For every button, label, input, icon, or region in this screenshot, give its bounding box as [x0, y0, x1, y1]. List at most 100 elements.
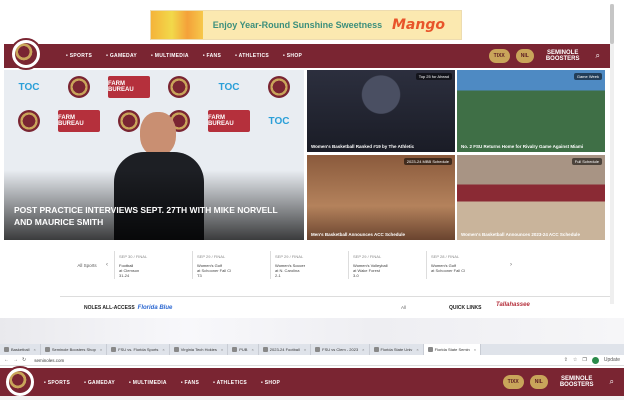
score-value: 2-1: [275, 273, 281, 278]
nil-button[interactable]: NIL: [515, 49, 534, 63]
score-card[interactable]: SEP 29 / FINAL Women's Golf at Schooner …: [192, 251, 270, 279]
backdrop-toc: TOC: [268, 115, 290, 127]
all-access-all-link[interactable]: All: [401, 305, 406, 310]
browser-tab[interactable]: PUB ×: [228, 344, 259, 355]
share-icon[interactable]: ⇪: [564, 357, 568, 363]
browser-tab[interactable]: FSU vs. Florida Sports ×: [107, 344, 170, 355]
nav-multimedia[interactable]: • MULTIMEDIA: [151, 53, 189, 59]
nav-athletics[interactable]: • ATHLETICS: [235, 53, 269, 59]
favicon-icon: [111, 347, 117, 352]
story-tile-4[interactable]: Full Schedule Women's Basketball Announc…: [457, 155, 605, 240]
tab-label: PUB: [239, 347, 248, 352]
top-navbar-duplicate: • SPORTS • GAMEDAY • MULTIMEDIA • FANS •…: [0, 366, 624, 398]
profile-avatar[interactable]: [591, 356, 599, 364]
boosters-line2: BOOSTERS: [545, 56, 580, 62]
nav-links: • SPORTS • GAMEDAY • MULTIMEDIA • FANS •…: [44, 380, 280, 386]
score-opponent: at Schooner Fall Cl: [431, 268, 466, 273]
bookmark-icon[interactable]: ☆: [573, 357, 577, 363]
score-card[interactable]: SEP 29 / FINAL Women's Soccer at N. Caro…: [270, 251, 348, 279]
story-tile-2[interactable]: Game Week No. 2 FSU Returns Home for Riv…: [457, 70, 605, 152]
scrollbar-track[interactable]: [610, 4, 614, 304]
browser-tab-active[interactable]: Florida State Semin ×: [423, 344, 482, 355]
reload-icon[interactable]: ↻: [22, 357, 26, 363]
nil-button[interactable]: NIL: [529, 375, 548, 389]
favicon-icon: [315, 347, 321, 352]
quick-links-partner-logo[interactable]: Tallahassee: [496, 302, 530, 308]
tile-caption[interactable]: Men's Basketball Announces ACC Schedule: [311, 232, 451, 237]
nav-fans[interactable]: • FANS: [181, 380, 199, 386]
close-icon[interactable]: ×: [474, 347, 476, 352]
tile-badge: Top 25 for Ahead: [415, 73, 452, 80]
backdrop-farm-bureau: FARM BUREAU: [58, 110, 100, 132]
tickets-button[interactable]: TIXX: [502, 375, 524, 389]
nav-sports[interactable]: • SPORTS: [66, 53, 92, 59]
hero-story[interactable]: TOC FARM BUREAU TOC FARM BUREAU FARM BUR…: [4, 70, 304, 240]
tile-caption[interactable]: No. 2 FSU Returns Home for Rivalry Game …: [461, 144, 601, 149]
story-tile-3[interactable]: 2023-24 MBB Schedule Men's Basketball An…: [307, 155, 455, 240]
scores-prev-icon[interactable]: ‹: [100, 262, 114, 268]
scores-strip: All Sports ‹ SEP 30 / FINAL Football at …: [74, 250, 528, 280]
browser-tab[interactable]: Basketball ×: [0, 344, 41, 355]
close-icon[interactable]: ×: [416, 347, 418, 352]
extensions-icon[interactable]: ❐: [582, 357, 586, 363]
backdrop-seal: [154, 70, 204, 104]
backdrop-toc: TOC: [218, 81, 240, 93]
score-value: 3-0: [353, 273, 359, 278]
seminoles-logo[interactable]: [10, 38, 42, 70]
browser-tab[interactable]: 2023-24 Football ×: [259, 344, 312, 355]
all-access-title: NOLES ALL-ACCESS: [84, 305, 135, 311]
back-icon[interactable]: ←: [4, 357, 9, 363]
nav-shop[interactable]: • SHOP: [261, 380, 280, 386]
close-icon[interactable]: ×: [33, 347, 35, 352]
search-icon[interactable]: ⌕: [610, 377, 614, 387]
story-tile-1[interactable]: Top 25 for Ahead Women's Basketball Rank…: [307, 70, 455, 152]
tab-label: Seminole Boosters Shop: [51, 347, 96, 352]
nav-gameday[interactable]: • GAMEDAY: [84, 380, 115, 386]
scrollbar-thumb[interactable]: [610, 4, 614, 44]
score-card[interactable]: SEP 30 / FINAL Football at Clemson 31-24: [114, 251, 192, 279]
nav-multimedia[interactable]: • MULTIMEDIA: [129, 380, 167, 386]
scores-filter[interactable]: All Sports: [74, 263, 100, 268]
nav-gameday[interactable]: • GAMEDAY: [106, 53, 137, 59]
backdrop-seal: [54, 70, 104, 104]
nav-shop[interactable]: • SHOP: [283, 53, 302, 59]
nav-athletics[interactable]: • ATHLETICS: [213, 380, 247, 386]
close-icon[interactable]: ×: [362, 347, 364, 352]
forward-icon[interactable]: →: [13, 357, 18, 363]
backdrop-farm-bureau: FARM BUREAU: [108, 76, 150, 98]
browser-tab[interactable]: Seminole Boosters Shop ×: [41, 344, 108, 355]
browser-tab[interactable]: Florida State Univ ×: [370, 344, 424, 355]
seminole-head-icon: [9, 371, 31, 393]
search-icon[interactable]: ⌕: [596, 51, 600, 61]
boosters-logo[interactable]: SEMINOLE BOOSTERS: [560, 376, 594, 388]
url-input[interactable]: seminoles.com: [34, 358, 64, 363]
close-icon[interactable]: ×: [162, 347, 164, 352]
nav-links: • SPORTS • GAMEDAY • MULTIMEDIA • FANS •…: [66, 53, 302, 59]
tile-image: [457, 70, 605, 152]
browser-actions: ⇪ ☆ ❐ Update: [564, 356, 620, 364]
close-icon[interactable]: ×: [304, 347, 306, 352]
score-value: 31-24: [119, 273, 130, 278]
seminoles-logo[interactable]: [4, 366, 36, 398]
tile-image: [307, 70, 455, 152]
scores-next-icon[interactable]: ›: [504, 262, 518, 268]
ad-banner[interactable]: Enjoy Year-Round Sunshine Sweetness Mang…: [150, 10, 462, 40]
boosters-logo[interactable]: SEMINOLE BOOSTERS: [546, 50, 580, 62]
nav-sports[interactable]: • SPORTS: [44, 380, 70, 386]
browser-tab[interactable]: Virginia Tech Hokies ×: [170, 344, 229, 355]
close-icon[interactable]: ×: [221, 347, 223, 352]
nav-fans[interactable]: • FANS: [203, 53, 221, 59]
score-card[interactable]: SEP 29 / FINAL Women's Volleyball at Wak…: [348, 251, 426, 279]
backdrop-seal: [4, 104, 54, 138]
close-icon[interactable]: ×: [100, 347, 102, 352]
tile-caption[interactable]: Women's Basketball Ranked #19 by The Ath…: [311, 144, 451, 149]
close-icon[interactable]: ×: [251, 347, 253, 352]
score-date: SEP 29 / FINAL: [197, 254, 226, 259]
tab-label: FSU vs. Florida Sports: [118, 347, 159, 352]
tickets-button[interactable]: TIXX: [488, 49, 510, 63]
hero-title[interactable]: POST PRACTICE INTERVIEWS SEPT. 27TH WITH…: [14, 204, 294, 228]
update-button[interactable]: Update: [604, 357, 620, 363]
browser-tab[interactable]: FSU vs Clem - 2023 ×: [311, 344, 370, 355]
tile-caption[interactable]: Women's Basketball Announces 2023-24 ACC…: [461, 232, 601, 237]
score-card[interactable]: SEP 28 / FINAL Women's Golf at Schooner …: [426, 251, 504, 279]
